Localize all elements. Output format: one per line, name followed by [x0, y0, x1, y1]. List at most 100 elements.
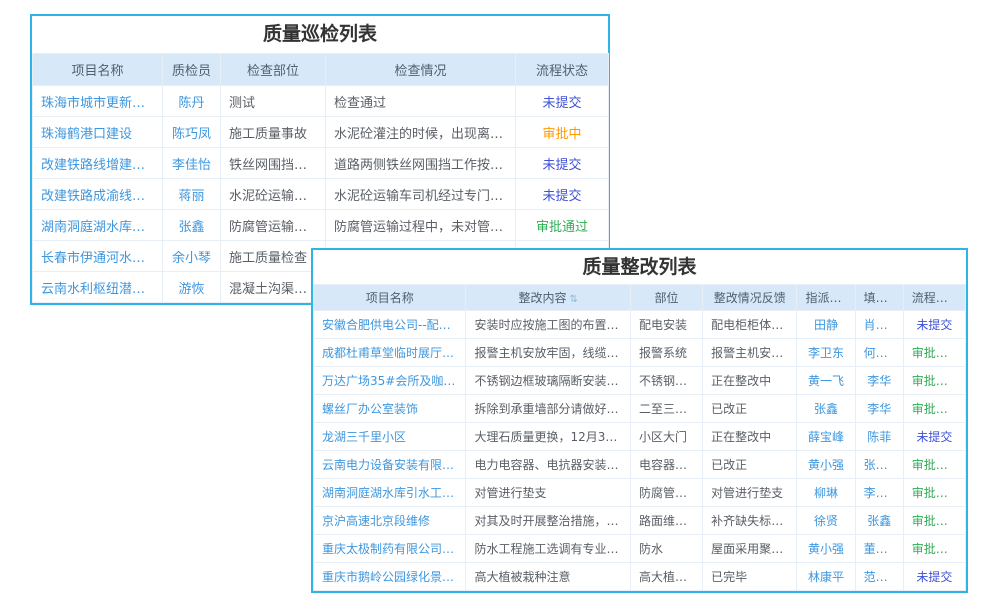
- project-link[interactable]: 珠海鹤港口建设: [33, 117, 163, 148]
- feedback-cell: 屋面采用聚氯...: [703, 535, 797, 563]
- status-badge: 未提交: [903, 563, 965, 591]
- reporter-link[interactable]: 范思哲: [855, 563, 903, 591]
- reporter-link[interactable]: 肖亚军: [855, 311, 903, 339]
- reporter-link[interactable]: 李华: [855, 367, 903, 395]
- part-cell: 水泥砼运输车检查: [221, 179, 326, 210]
- status-badge: 未提交: [516, 86, 609, 117]
- table-row: 湖南洞庭湖水库引水工... 张鑫 防腐管运输、布管 防腐管运输过程中，未对管进行…: [33, 210, 609, 241]
- project-link[interactable]: 重庆市鹅岭公园绿化景观提升...: [314, 563, 466, 591]
- project-link[interactable]: 安徽合肥供电公司--配电设备...: [314, 311, 466, 339]
- reporter-link[interactable]: 陈菲: [855, 423, 903, 451]
- status-badge: 未提交: [516, 148, 609, 179]
- part-cell: 小区大门: [630, 423, 702, 451]
- assignee-link[interactable]: 柳琳: [797, 479, 855, 507]
- project-link[interactable]: 湖南洞庭湖水库引水工...: [33, 210, 163, 241]
- reporter-link[interactable]: 董清平: [855, 535, 903, 563]
- table-row: 安徽合肥供电公司--配电设备... 安装时应按施工图的布置，将... 配电安装 …: [314, 311, 966, 339]
- project-link[interactable]: 改建铁路成渝线增建第...: [33, 179, 163, 210]
- part-cell: 施工质量事故: [221, 117, 326, 148]
- feedback-cell: 已改正: [703, 395, 797, 423]
- feedback-cell: 报警主机安放...: [703, 339, 797, 367]
- status-badge: 审批通过: [903, 507, 965, 535]
- table-row: 螺丝厂办公室装饰 拆除到承重墙部分请做好加固... 二至三楼混... 已改正 张…: [314, 395, 966, 423]
- inspector-link[interactable]: 蒋丽: [163, 179, 221, 210]
- inspector-link[interactable]: 张鑫: [163, 210, 221, 241]
- col-header-feedback: 整改情况反馈: [703, 285, 797, 311]
- reporter-link[interactable]: 张鑫: [855, 507, 903, 535]
- project-link[interactable]: 成都杜甫草堂临时展厅独立展...: [314, 339, 466, 367]
- inspector-link[interactable]: 陈巧凤: [163, 117, 221, 148]
- reporter-link[interactable]: 张小东: [855, 451, 903, 479]
- content-cell: 对其及时开展整治措施，桥头...: [466, 507, 631, 535]
- project-link[interactable]: 螺丝厂办公室装饰: [314, 395, 466, 423]
- table-row: 云南电力设备安装有限公司20... 电力电容器、电抗器安装方案,... 电容器安…: [314, 451, 966, 479]
- content-cell: 对管进行垫支: [466, 479, 631, 507]
- status-badge: 审批通过: [903, 451, 965, 479]
- assignee-link[interactable]: 林康平: [797, 563, 855, 591]
- feedback-cell: 已完毕: [703, 563, 797, 591]
- project-link[interactable]: 云南电力设备安装有限公司20...: [314, 451, 466, 479]
- project-link[interactable]: 云南水利枢纽潜明水库...: [33, 272, 163, 303]
- content-cell: 电力电容器、电抗器安装方案,...: [466, 451, 631, 479]
- project-link[interactable]: 重庆太极制药有限公司亳州中...: [314, 535, 466, 563]
- table-row: 万达广场35#会所及咖啡厅空... 不锈钢边框玻璃隔断安装不牢... 不锈钢安装…: [314, 367, 966, 395]
- project-link[interactable]: 湖南洞庭湖水库引水工程施工标: [314, 479, 466, 507]
- assignee-link[interactable]: 张鑫: [797, 395, 855, 423]
- assignee-link[interactable]: 薛宝峰: [797, 423, 855, 451]
- inspector-link[interactable]: 余小琴: [163, 241, 221, 272]
- inspector-link[interactable]: 游恢: [163, 272, 221, 303]
- situation-cell: 水泥砼灌注的时候，出现离析现象: [326, 117, 516, 148]
- content-cell: 拆除到承重墙部分请做好加固...: [466, 395, 631, 423]
- situation-cell: 道路两侧铁丝网围挡工作按设计...: [326, 148, 516, 179]
- part-cell: 防腐管运输、布管: [221, 210, 326, 241]
- part-cell: 防腐管运输...: [630, 479, 702, 507]
- part-cell: 防水: [630, 535, 702, 563]
- reporter-link[interactable]: 李华: [855, 395, 903, 423]
- feedback-cell: 正在整改中: [703, 423, 797, 451]
- part-cell: 报警系统: [630, 339, 702, 367]
- project-link[interactable]: 改建铁路线增建第二线...: [33, 148, 163, 179]
- situation-cell: 检查通过: [326, 86, 516, 117]
- status-badge: 审批通过: [903, 339, 965, 367]
- status-badge: 未提交: [516, 179, 609, 210]
- part-cell: 混凝土沟渠工程: [221, 272, 326, 303]
- status-badge: 审批通过: [903, 367, 965, 395]
- project-link[interactable]: 万达广场35#会所及咖啡厅空...: [314, 367, 466, 395]
- assignee-link[interactable]: 徐贤: [797, 507, 855, 535]
- assignee-link[interactable]: 田静: [797, 311, 855, 339]
- col-header-status: 流程状态: [903, 285, 965, 311]
- situation-cell: 水泥砼运输车司机经过专门培训...: [326, 179, 516, 210]
- assignee-link[interactable]: 李卫东: [797, 339, 855, 367]
- sort-icon[interactable]: ⇅: [570, 294, 578, 305]
- assignee-link[interactable]: 黄小强: [797, 535, 855, 563]
- table-header-row: 项目名称 质检员 检查部位 检查情况 流程状态: [33, 54, 609, 86]
- table-row: 成都杜甫草堂临时展厅独立展... 报警主机安放牢固，线缆连接... 报警系统 报…: [314, 339, 966, 367]
- part-cell: 二至三楼混...: [630, 395, 702, 423]
- col-header-reporter: 填报人: [855, 285, 903, 311]
- project-link[interactable]: 龙湖三千里小区: [314, 423, 466, 451]
- assignee-link[interactable]: 黄小强: [797, 451, 855, 479]
- table-header-row: 项目名称 整改内容⇅ 部位 整改情况反馈 指派人员 填报人 流程状态: [314, 285, 966, 311]
- inspector-link[interactable]: 陈丹: [163, 86, 221, 117]
- project-link[interactable]: 京沪高速北京段维修: [314, 507, 466, 535]
- rectification-table: 项目名称 整改内容⇅ 部位 整改情况反馈 指派人员 填报人 流程状态 安徽合肥供…: [313, 284, 966, 591]
- project-link[interactable]: 长春市伊通河水力发电...: [33, 241, 163, 272]
- inspector-link[interactable]: 李佳怡: [163, 148, 221, 179]
- status-badge: 审批通过: [903, 535, 965, 563]
- table-row: 重庆市鹅岭公园绿化景观提升... 高大植被栽种注意 高大植被栽种 已完毕 林康平…: [314, 563, 966, 591]
- col-header-inspector: 质检员: [163, 54, 221, 86]
- table-row: 改建铁路成渝线增建第... 蒋丽 水泥砼运输车检查 水泥砼运输车司机经过专门培训…: [33, 179, 609, 210]
- table-row: 珠海鹤港口建设 陈巧凤 施工质量事故 水泥砼灌注的时候，出现离析现象 审批中: [33, 117, 609, 148]
- assignee-link[interactable]: 黄一飞: [797, 367, 855, 395]
- part-cell: 电容器安装...: [630, 451, 702, 479]
- reporter-link[interactable]: 何芷茵: [855, 339, 903, 367]
- feedback-cell: 对管进行垫支: [703, 479, 797, 507]
- content-cell: 高大植被栽种注意: [466, 563, 631, 591]
- reporter-link[interactable]: 李若若: [855, 479, 903, 507]
- table-row: 重庆太极制药有限公司亳州中... 防水工程施工选调有专业资质... 防水 屋面采…: [314, 535, 966, 563]
- table-row: 改建铁路线增建第二线... 李佳怡 铁丝网围挡工作检查 道路两侧铁丝网围挡工作按…: [33, 148, 609, 179]
- feedback-cell: 已改正: [703, 451, 797, 479]
- project-link[interactable]: 珠海市城市更新项目紫...: [33, 86, 163, 117]
- part-cell: 不锈钢安装...: [630, 367, 702, 395]
- status-badge: 审批通过: [516, 210, 609, 241]
